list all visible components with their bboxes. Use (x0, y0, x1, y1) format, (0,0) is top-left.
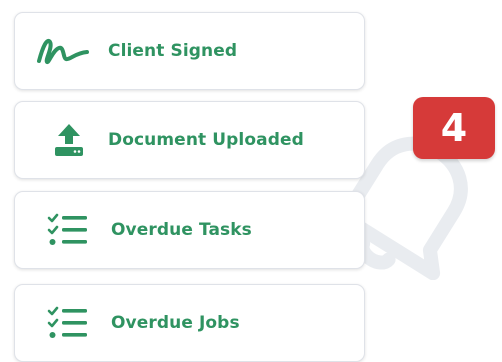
overdue-tasks-label: Overdue Tasks (111, 220, 252, 240)
document-uploaded-label: Document Uploaded (108, 130, 304, 150)
notification-count-badge: 4 (413, 97, 495, 159)
overdue-tasks-item[interactable]: Overdue Tasks (14, 191, 365, 269)
overdue-jobs-item[interactable]: Overdue Jobs (14, 284, 365, 362)
upload-icon (51, 122, 87, 158)
checklist-icon (47, 213, 89, 247)
document-uploaded-item[interactable]: Document Uploaded (14, 101, 365, 179)
client-signed-item[interactable]: Client Signed (14, 12, 365, 90)
checklist-icon (47, 306, 89, 340)
overdue-jobs-label: Overdue Jobs (111, 313, 240, 333)
signature-icon (35, 36, 91, 66)
client-signed-label: Client Signed (108, 41, 238, 61)
